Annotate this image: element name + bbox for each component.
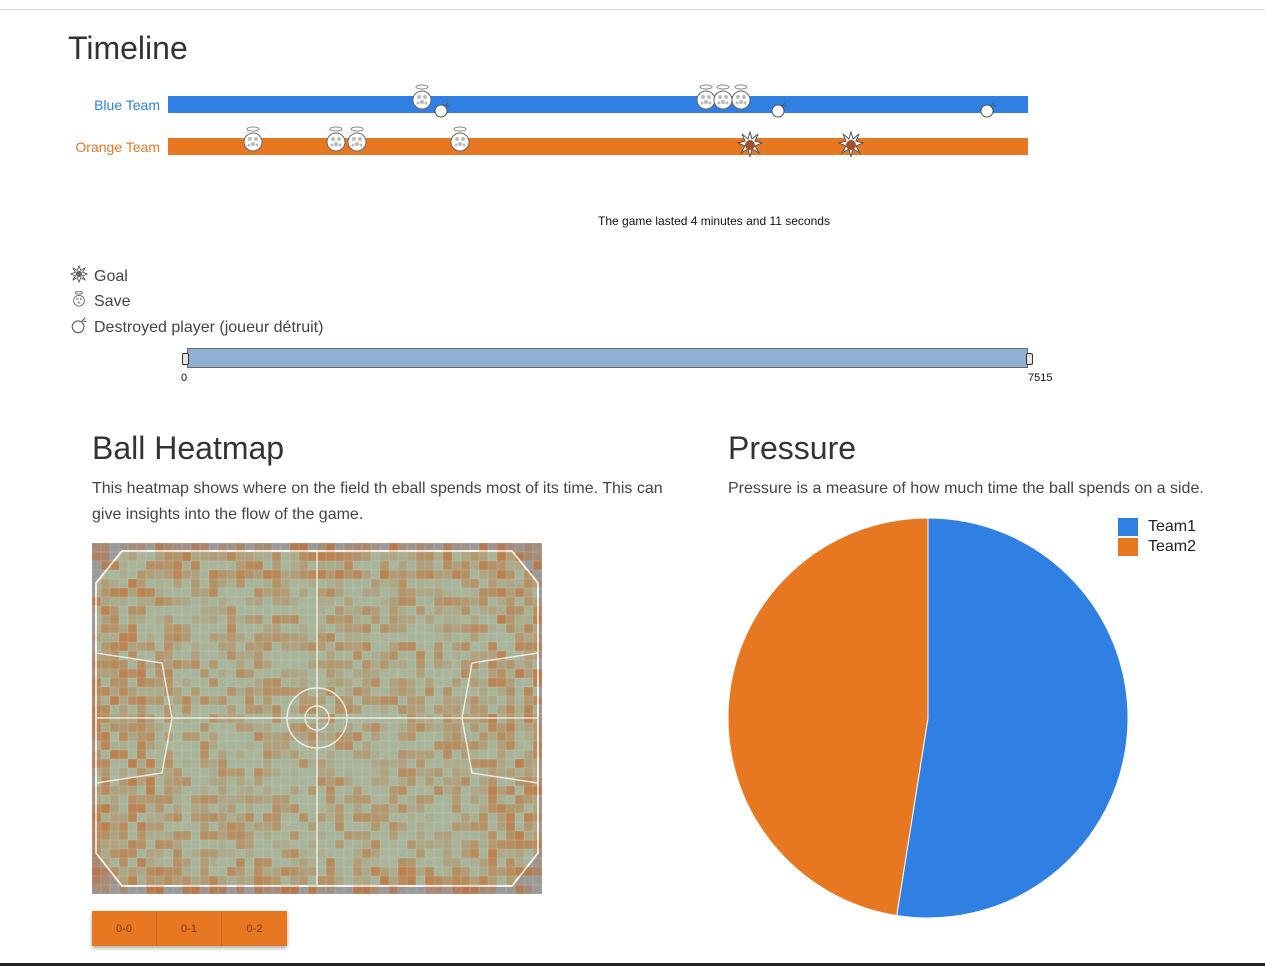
heatmap-range-button-0[interactable]: 0-0 <box>92 911 157 946</box>
timeline-title: Timeline <box>68 30 188 66</box>
save-icon <box>70 290 88 313</box>
heatmap-range-buttons: 0-0 0-1 0-2 <box>92 911 287 946</box>
blue-save-event-3[interactable] <box>712 84 733 110</box>
orange-goal-event-5[interactable] <box>837 130 864 158</box>
blue-destroyed-event-1[interactable] <box>433 101 453 127</box>
heatmap-range-button-2[interactable]: 0-2 <box>222 911 287 946</box>
pressure-pie-chart <box>727 517 1129 919</box>
legend-save-label: Save <box>94 292 131 310</box>
blue-destroyed-event-5[interactable] <box>770 101 790 127</box>
team2-swatch <box>1118 538 1138 556</box>
ball-heatmap <box>92 543 542 894</box>
pressure-title: Pressure <box>728 430 857 466</box>
orange-save-event-3[interactable] <box>449 126 470 152</box>
frame-range-slider[interactable] <box>187 348 1028 368</box>
legend-goal: Goal <box>69 264 128 288</box>
legend-destroyed-label: Destroyed player (joueur détruit) <box>94 318 324 336</box>
blue-team-timeline-bar <box>168 96 1028 113</box>
heatmap-title: Ball Heatmap <box>92 430 285 466</box>
game-duration-text: The game lasted 4 minutes and 11 seconds <box>598 214 830 228</box>
slider-start-handle[interactable] <box>182 353 189 365</box>
orange-goal-event-4[interactable] <box>737 130 764 158</box>
destroyed-player-icon <box>70 316 88 339</box>
legend-destroyed-player: Destroyed player (joueur détruit) <box>70 316 323 339</box>
pie-slice-team2[interactable] <box>727 517 929 917</box>
legend-entry-team2[interactable]: Team2 <box>1118 537 1196 557</box>
slider-end-handle[interactable] <box>1026 353 1033 365</box>
team1-label: Team1 <box>1148 518 1197 535</box>
heatmap-range-button-1[interactable]: 0-1 <box>157 911 222 946</box>
orange-save-event-2[interactable] <box>346 126 367 152</box>
goal-icon <box>69 264 89 288</box>
blue-destroyed-event-6[interactable] <box>979 101 999 127</box>
team2-label: Team2 <box>1148 538 1197 555</box>
orange-team-label: Orange Team <box>75 139 160 155</box>
blue-save-event-4[interactable] <box>730 84 751 110</box>
pressure-description: Pressure is a measure of how much time t… <box>728 480 1204 497</box>
orange-save-event-1[interactable] <box>325 126 346 152</box>
blue-save-event-0[interactable] <box>411 84 432 110</box>
orange-team-timeline-bar <box>168 138 1028 155</box>
top-divider <box>0 9 1265 10</box>
legend-entry-team1[interactable]: Team1 <box>1118 517 1196 537</box>
legend-goal-label: Goal <box>94 267 128 285</box>
legend-save: Save <box>70 290 130 313</box>
slider-max-label: 7515 <box>1028 372 1053 384</box>
orange-save-event-0[interactable] <box>242 126 263 152</box>
pie-legend: Team1 Team2 <box>1118 517 1196 557</box>
blue-team-label: Blue Team <box>94 97 160 113</box>
heatmap-description: This heatmap shows where on the field th… <box>92 480 663 523</box>
pie-slice-team1[interactable] <box>896 517 1129 919</box>
slider-min-label: 0 <box>181 372 188 384</box>
team1-swatch <box>1118 518 1138 536</box>
